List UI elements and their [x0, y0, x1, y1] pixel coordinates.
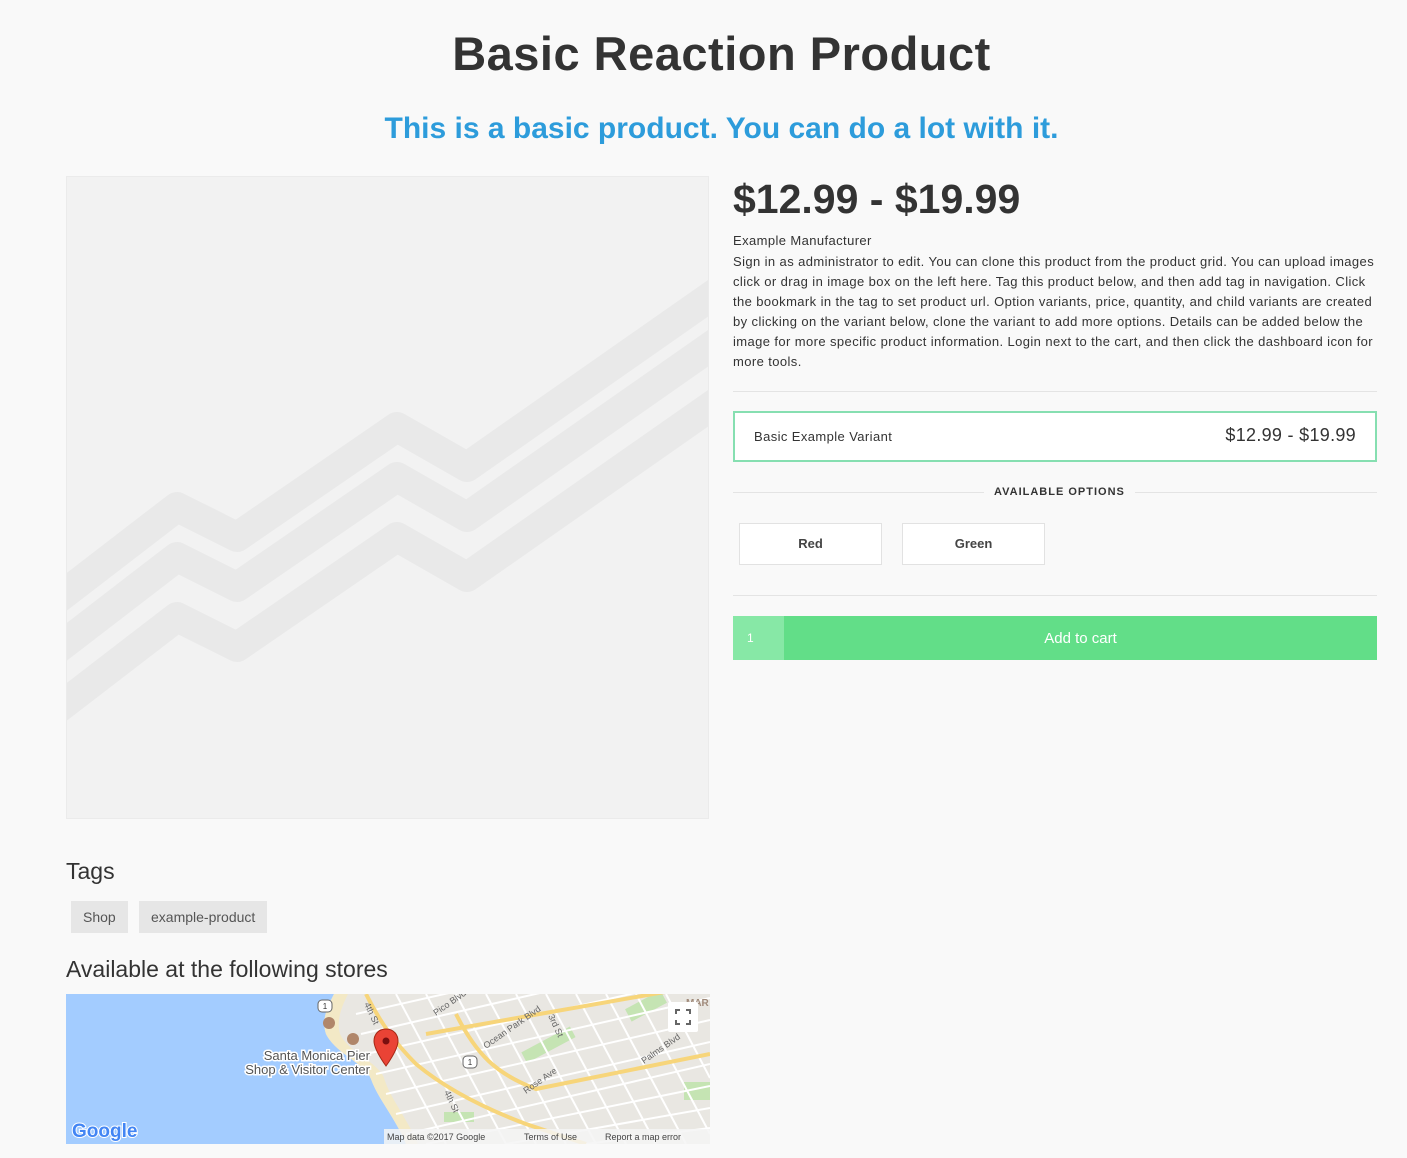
variant-title: Basic Example Variant: [754, 429, 893, 444]
google-logo: Google: [72, 1121, 137, 1142]
map-terms-link[interactable]: Terms of Use: [524, 1132, 577, 1142]
variant-price: $12.99 - $19.99: [1225, 425, 1356, 445]
product-price-range: $12.99 - $19.99: [733, 176, 1021, 222]
poi-icon: [347, 1033, 359, 1045]
product-description: Sign in as administrator to edit. You ca…: [733, 254, 1375, 369]
placeholder-chart-icon: [67, 279, 708, 721]
map-report-link[interactable]: Report a map error: [605, 1132, 681, 1142]
available-options-label: AVAILABLE OPTIONS: [984, 486, 1135, 498]
product-vendor: Example Manufacturer: [733, 233, 872, 248]
add-to-cart-button[interactable]: Add to cart: [784, 616, 1377, 660]
stores-heading: Available at the following stores: [66, 956, 388, 982]
variant-item[interactable]: Basic Example Variant $12.99 - $19.99: [733, 411, 1377, 462]
divider: [733, 595, 1377, 596]
fullscreen-icon[interactable]: [668, 1002, 698, 1032]
place-label: Santa Monica Pier: [264, 1048, 371, 1063]
route-marker-2: 1: [468, 1058, 473, 1067]
tag-example-product[interactable]: example-product: [139, 901, 268, 933]
poi-icon: [323, 1017, 335, 1029]
page-title: Basic Reaction Product: [452, 27, 991, 80]
store-map[interactable]: 1 1 Pico Blvd Ocean Park Blvd 3rd St 4th…: [66, 994, 710, 1144]
map-canvas[interactable]: 1 1 Pico Blvd Ocean Park Blvd 3rd St 4th…: [66, 994, 710, 1144]
map-attribution: Map data ©2017 Google: [387, 1132, 485, 1142]
product-image-dropzone[interactable]: [66, 176, 709, 819]
tags-heading: Tags: [66, 858, 115, 884]
page-subtitle: This is a basic product. You can do a lo…: [384, 112, 1059, 145]
option-red[interactable]: Red: [739, 523, 882, 565]
route-marker-1: 1: [323, 1002, 328, 1011]
tag-shop[interactable]: Shop: [71, 901, 128, 933]
quantity-input[interactable]: [733, 616, 784, 660]
place-label: Shop & Visitor Center: [245, 1062, 370, 1077]
divider: [733, 391, 1377, 392]
option-green[interactable]: Green: [902, 523, 1045, 565]
